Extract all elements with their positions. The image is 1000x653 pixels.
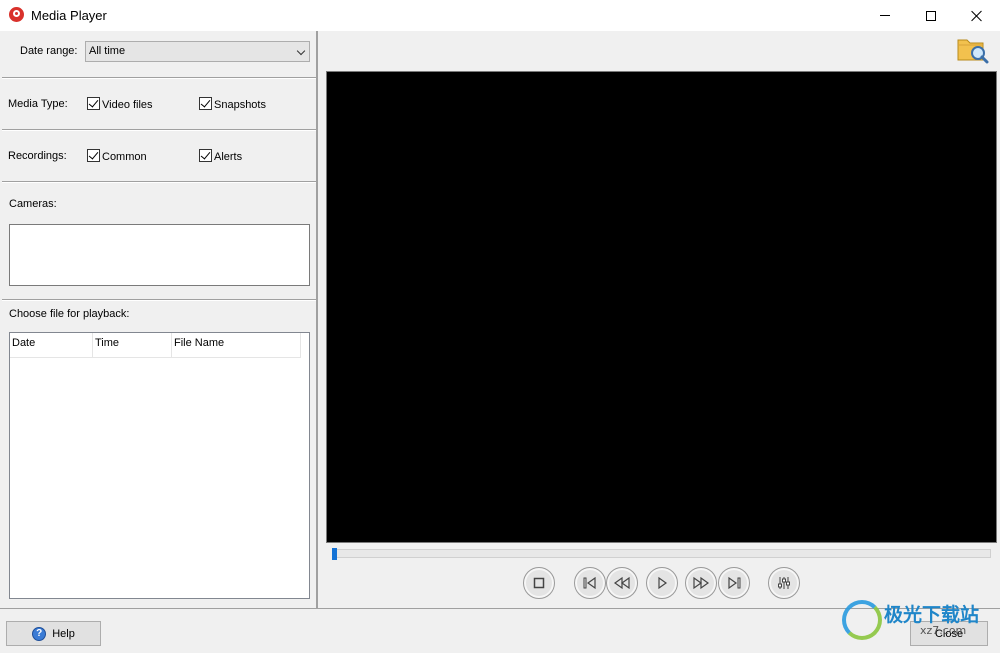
minimize-icon bbox=[880, 15, 890, 16]
window-title: Media Player bbox=[31, 8, 107, 23]
watermark: 极光下载站 xz7.com bbox=[842, 596, 997, 644]
seek-bar[interactable] bbox=[332, 548, 991, 560]
video-files-checkbox[interactable] bbox=[87, 97, 100, 110]
divider bbox=[2, 129, 316, 131]
watermark-url: xz7.com bbox=[920, 624, 967, 637]
date-range-label: Date range: bbox=[20, 45, 78, 57]
skip-to-start-icon bbox=[583, 576, 596, 590]
help-label: Help bbox=[52, 627, 75, 640]
client-area: Date range: All time Media Type: Video f… bbox=[0, 31, 1000, 653]
divider bbox=[2, 181, 316, 183]
watermark-logo-icon bbox=[842, 600, 882, 640]
media-type-label: Media Type: bbox=[8, 98, 68, 110]
date-range-dropdown[interactable]: All time bbox=[85, 41, 310, 62]
stop-icon bbox=[533, 577, 545, 589]
watermark-text: 极光下载站 bbox=[884, 604, 980, 626]
recordings-label: Recordings: bbox=[8, 150, 67, 162]
fast-forward-icon bbox=[693, 576, 710, 590]
chevron-down-icon bbox=[296, 46, 306, 56]
app-camera-icon bbox=[9, 7, 24, 22]
column-header-time[interactable]: Time bbox=[93, 333, 172, 358]
maximize-button[interactable] bbox=[908, 0, 954, 31]
fast-forward-button[interactable] bbox=[685, 567, 717, 599]
close-icon bbox=[971, 10, 983, 22]
playback-label: Choose file for playback: bbox=[9, 308, 130, 320]
skip-to-start-button[interactable] bbox=[574, 567, 606, 599]
cameras-label: Cameras: bbox=[9, 198, 57, 210]
column-header-date[interactable]: Date bbox=[10, 333, 93, 358]
rewind-icon bbox=[613, 576, 630, 590]
filter-panel: Date range: All time Media Type: Video f… bbox=[0, 31, 318, 608]
play-icon bbox=[658, 576, 668, 590]
play-button[interactable] bbox=[646, 567, 678, 599]
video-files-label[interactable]: Video files bbox=[102, 99, 153, 111]
column-header-file-name[interactable]: File Name bbox=[172, 333, 301, 358]
stop-button[interactable] bbox=[523, 567, 555, 599]
alerts-checkbox[interactable] bbox=[199, 149, 212, 162]
minimize-button[interactable] bbox=[862, 0, 908, 31]
title-bar: Media Player bbox=[0, 0, 1000, 31]
player-panel bbox=[325, 31, 1000, 608]
folder-search-icon[interactable] bbox=[957, 34, 989, 64]
common-checkbox[interactable] bbox=[87, 149, 100, 162]
skip-to-end-icon bbox=[728, 576, 741, 590]
equalizer-button[interactable] bbox=[768, 567, 800, 599]
help-icon: ? bbox=[32, 626, 47, 641]
equalizer-icon bbox=[778, 577, 790, 589]
common-label[interactable]: Common bbox=[102, 151, 147, 163]
maximize-icon bbox=[926, 10, 936, 21]
video-display[interactable] bbox=[326, 71, 997, 543]
cameras-list[interactable] bbox=[9, 224, 310, 286]
divider bbox=[2, 299, 316, 301]
alerts-label[interactable]: Alerts bbox=[214, 151, 242, 163]
file-list[interactable]: Date Time File Name bbox=[9, 332, 310, 599]
date-range-value: All time bbox=[89, 45, 126, 57]
close-window-button[interactable] bbox=[954, 0, 1000, 31]
seek-thumb[interactable] bbox=[332, 548, 337, 560]
rewind-button[interactable] bbox=[606, 567, 638, 599]
skip-to-end-button[interactable] bbox=[718, 567, 750, 599]
divider bbox=[2, 77, 316, 79]
snapshots-label[interactable]: Snapshots bbox=[214, 99, 266, 111]
help-button[interactable]: ? Help bbox=[6, 621, 101, 646]
snapshots-checkbox[interactable] bbox=[199, 97, 212, 110]
